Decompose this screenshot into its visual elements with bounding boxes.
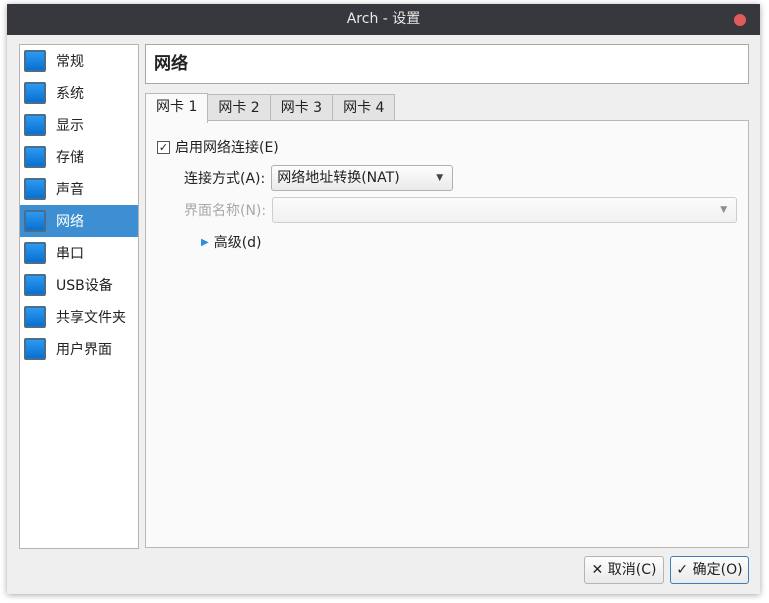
user-interface-icon bbox=[24, 338, 46, 360]
storage-icon bbox=[24, 146, 46, 168]
attached-to-value: 网络地址转换(NAT) bbox=[277, 170, 400, 186]
sidebar-item-label: 声音 bbox=[56, 182, 84, 198]
chevron-down-icon: ▼ bbox=[436, 173, 444, 183]
tab-adapter-3[interactable]: 网卡 3 bbox=[269, 94, 334, 122]
advanced-expander[interactable]: ▶ 高级(d) bbox=[201, 232, 262, 252]
sidebar-item-label: 网络 bbox=[56, 214, 84, 230]
sidebar: 常规系统显示存储声音网络串口 USB设备共享文件夹用户界面 bbox=[19, 44, 139, 549]
enable-adapter-checkbox[interactable]: ✓ 启用网络连接(E) bbox=[157, 137, 279, 157]
page-title: 网络 bbox=[145, 44, 749, 84]
general-icon bbox=[24, 50, 46, 72]
tab-adapter-4[interactable]: 网卡 4 bbox=[332, 94, 396, 122]
ok-button[interactable]: ✓ 确定(O) bbox=[670, 556, 749, 584]
network-icon bbox=[24, 210, 46, 232]
sidebar-item-label: 系统 bbox=[56, 86, 84, 102]
attached-to-select[interactable]: 网络地址转换(NAT) ▼ bbox=[271, 165, 454, 191]
sidebar-item-system[interactable]: 系统 bbox=[20, 77, 138, 109]
chevron-down-icon: ▼ bbox=[720, 205, 728, 215]
serial-port-icon bbox=[24, 242, 46, 264]
sidebar-item-shared-folder[interactable]: 共享文件夹 bbox=[20, 301, 138, 333]
tab-adapter-1[interactable]: 网卡 1 bbox=[145, 93, 209, 123]
sidebar-item-usb[interactable]: USB设备 bbox=[20, 269, 138, 301]
sidebar-item-label: 常规 bbox=[56, 54, 84, 70]
sidebar-item-label: 共享文件夹 bbox=[56, 310, 126, 326]
audio-icon bbox=[24, 178, 46, 200]
settings-window: Arch - 设置 常规 系统 显示 存储 声音 网络 串口 USB设备 共享文件夹 用户界面 网… bbox=[7, 4, 760, 594]
cancel-button[interactable]: ✕ 取消(C) bbox=[584, 556, 664, 584]
enable-adapter-label: 启用网络连接(E) bbox=[175, 140, 279, 156]
sidebar-item-serial-port[interactable]: 串口 bbox=[20, 237, 138, 269]
check-icon: ✓ bbox=[676, 562, 693, 578]
sidebar-item-label: 串口 bbox=[56, 246, 84, 262]
sidebar-item-user-interface[interactable]: 用户界面 bbox=[20, 333, 138, 365]
sidebar-item-label: 存储 bbox=[56, 150, 84, 166]
shared-folder-icon bbox=[24, 306, 46, 328]
sidebar-item-audio[interactable]: 声音 bbox=[20, 173, 138, 205]
cancel-icon: ✕ bbox=[591, 562, 608, 578]
interface-name-label: 界面名称(N): bbox=[184, 203, 267, 219]
window-title: Arch - 设置 bbox=[346, 11, 421, 27]
sidebar-item-label: USB设备 bbox=[56, 278, 113, 294]
sidebar-item-label: 显示 bbox=[56, 118, 84, 134]
sidebar-item-label: 用户界面 bbox=[56, 342, 112, 358]
ok-label: 确定(O) bbox=[692, 562, 743, 578]
expand-arrow-icon: ▶ bbox=[201, 236, 209, 248]
checkbox-checked-icon: ✓ bbox=[157, 140, 170, 154]
system-icon bbox=[24, 82, 46, 104]
sidebar-item-general[interactable]: 常规 bbox=[20, 45, 138, 77]
tab-adapter-2[interactable]: 网卡 2 bbox=[207, 94, 271, 122]
adapter-tabs: 网卡 1 网卡 2 网卡 3 网卡 4 bbox=[145, 93, 396, 123]
cancel-label: 取消(C) bbox=[607, 562, 657, 578]
title-bar: Arch - 设置 bbox=[7, 4, 760, 35]
sidebar-item-storage[interactable]: 存储 bbox=[20, 141, 138, 173]
display-icon bbox=[24, 114, 46, 136]
interface-name-select: ▼ bbox=[272, 197, 738, 223]
advanced-label: 高级(d) bbox=[213, 235, 262, 251]
sidebar-item-network[interactable]: 网络 bbox=[20, 205, 138, 237]
adapter-panel: ✓ 启用网络连接(E) 连接方式(A): 网络地址转换(NAT) ▼ 界面名称(N… bbox=[145, 120, 749, 548]
usb-icon bbox=[24, 274, 46, 296]
attached-to-label: 连接方式(A): bbox=[184, 171, 266, 187]
sidebar-item-display[interactable]: 显示 bbox=[20, 109, 138, 141]
close-button[interactable] bbox=[734, 14, 746, 26]
